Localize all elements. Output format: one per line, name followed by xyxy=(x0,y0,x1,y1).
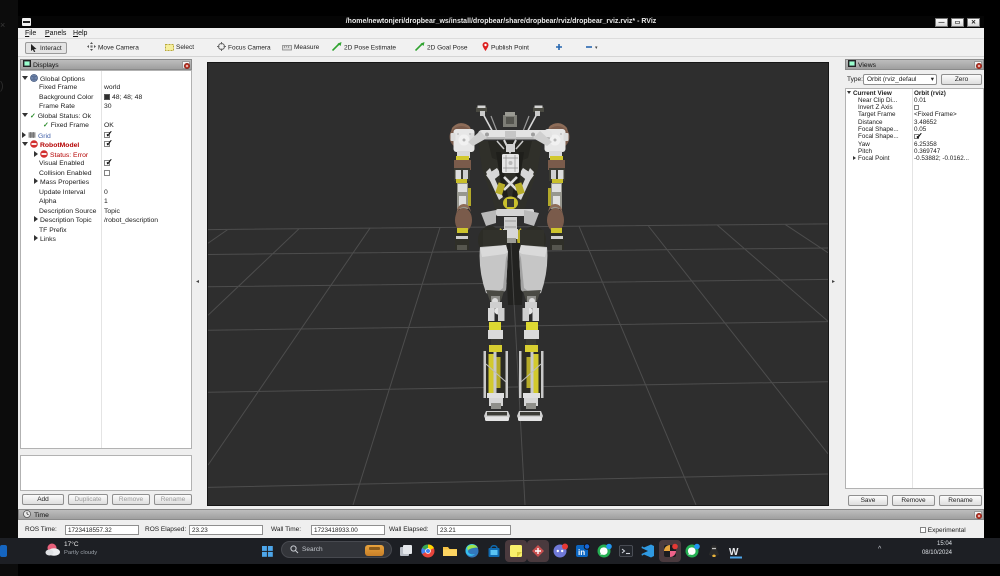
svg-text:W: W xyxy=(729,547,739,558)
svg-text:in: in xyxy=(578,548,585,557)
